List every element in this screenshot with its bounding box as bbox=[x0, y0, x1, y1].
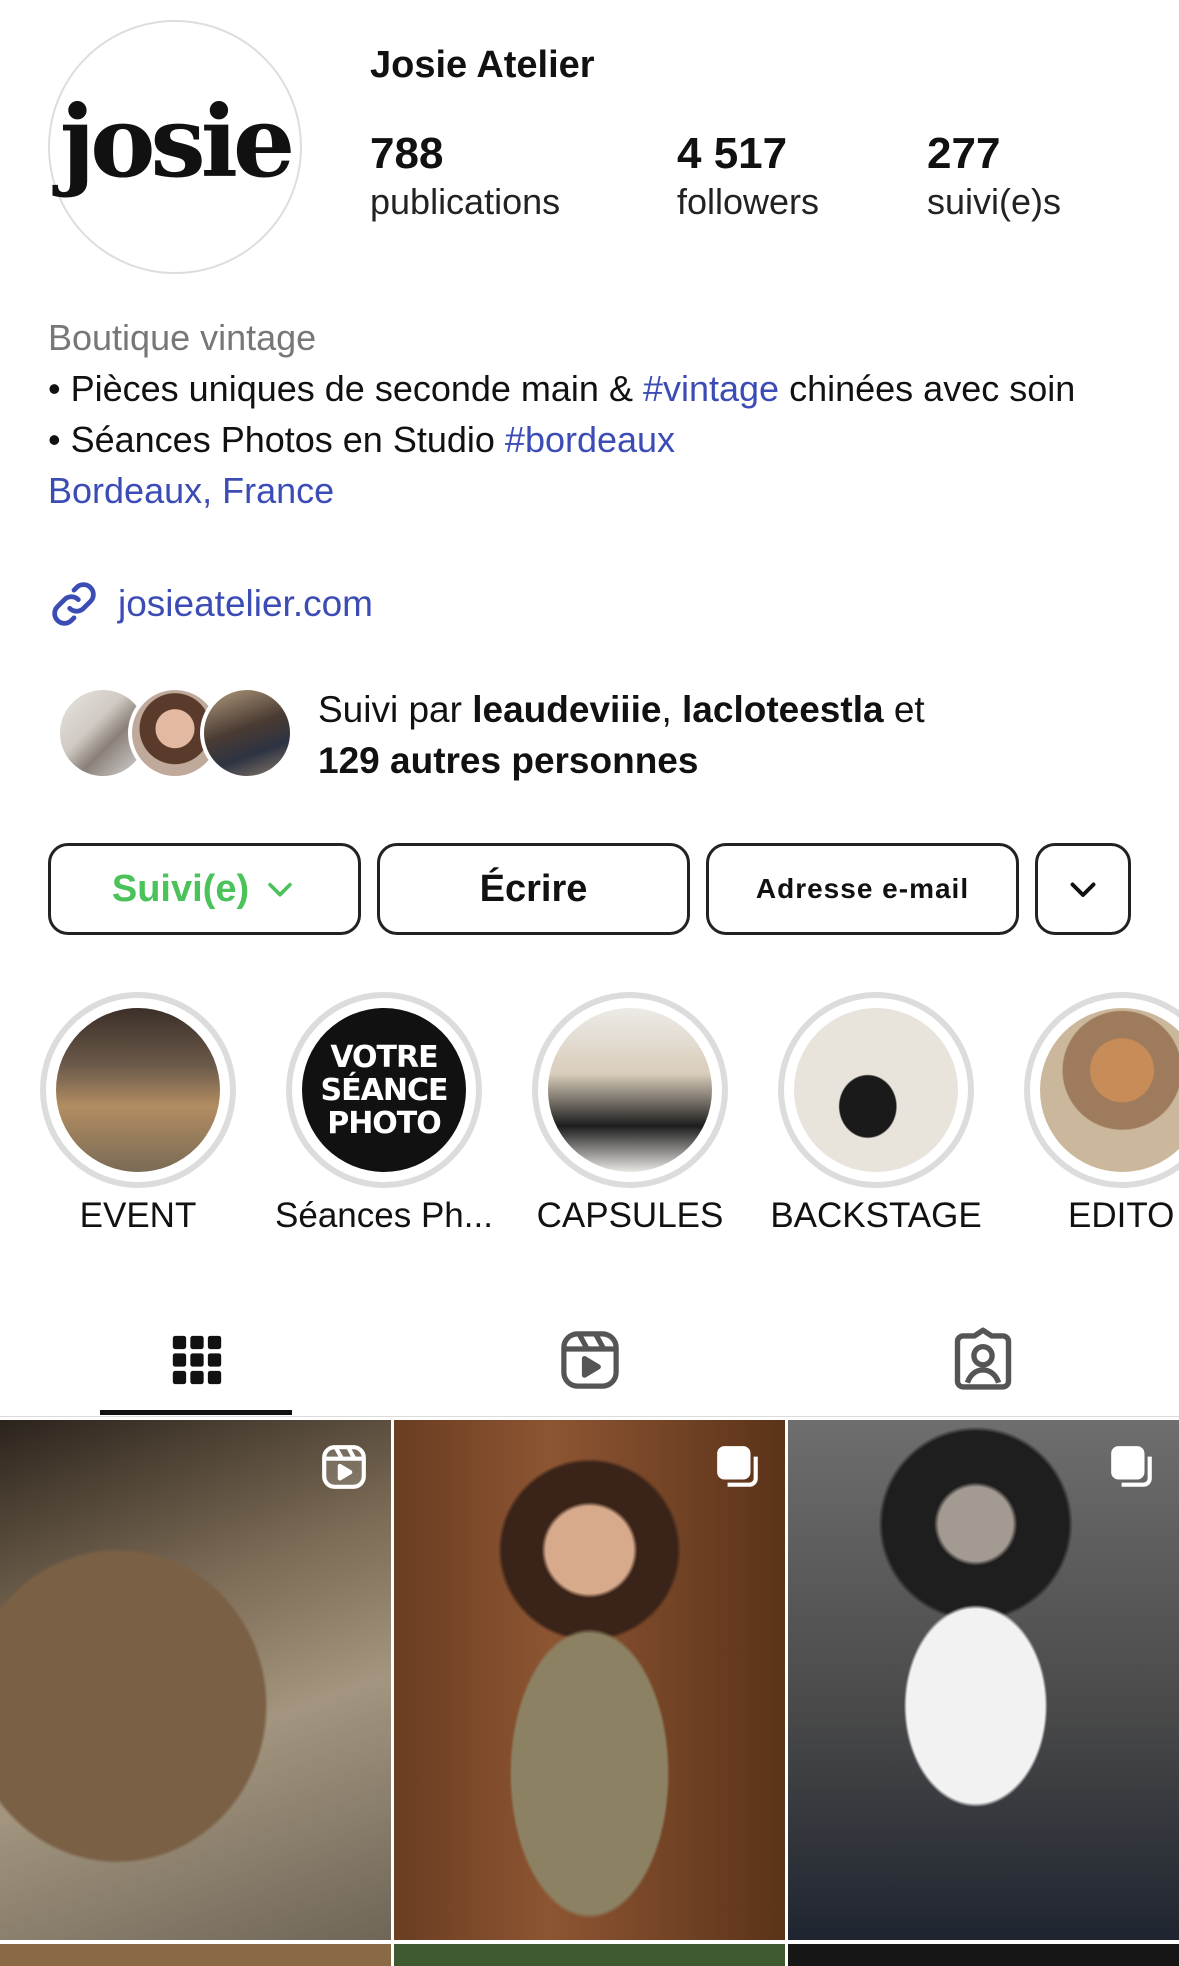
followed-by-user-1: leaudeviiie bbox=[472, 689, 662, 730]
tab-reels[interactable] bbox=[433, 1310, 746, 1410]
followed-by-text[interactable]: Suivi par leaudeviiie, lacloteestla et 1… bbox=[318, 684, 925, 786]
stat-followers[interactable]: 4 517 followers bbox=[677, 128, 819, 224]
highlight-seances-photo[interactable]: VOTRE SÉANCE PHOTO bbox=[286, 992, 482, 1188]
post-thumbnail[interactable] bbox=[394, 1944, 785, 1966]
highlight-cover bbox=[548, 1008, 712, 1172]
active-tab-indicator bbox=[100, 1410, 292, 1415]
stat-publications-count: 788 bbox=[370, 129, 444, 178]
followed-by-prefix: Suivi par bbox=[318, 689, 473, 730]
highlight-cover bbox=[794, 1008, 958, 1172]
post-thumbnail[interactable] bbox=[0, 1944, 391, 1966]
stat-following[interactable]: 277 suivi(e)s bbox=[927, 128, 1061, 224]
stat-followers-count: 4 517 bbox=[677, 129, 788, 178]
email-button-label: Adresse e-mail bbox=[755, 873, 970, 904]
tab-tagged[interactable] bbox=[826, 1310, 1139, 1410]
reel-icon bbox=[322, 1445, 366, 1489]
reels-icon bbox=[560, 1331, 619, 1389]
follower-avatar[interactable] bbox=[200, 686, 294, 780]
highlight-label: BACKSTAGE bbox=[770, 1196, 982, 1235]
following-button[interactable]: Suivi(e) bbox=[48, 843, 361, 935]
highlight-event[interactable] bbox=[40, 992, 236, 1188]
highlight-label: CAPSULES bbox=[536, 1196, 724, 1235]
highlight-cover bbox=[1040, 1008, 1179, 1172]
email-button[interactable]: Adresse e-mail bbox=[706, 843, 1019, 935]
website-url: josieatelier.com bbox=[118, 583, 374, 624]
chevron-down-icon bbox=[1070, 882, 1096, 897]
message-button[interactable]: Écrire bbox=[377, 843, 690, 935]
suggestions-button[interactable] bbox=[1035, 843, 1131, 935]
chevron-down-icon bbox=[268, 882, 292, 897]
highlight-edito[interactable] bbox=[1024, 992, 1179, 1188]
stat-followers-label: followers bbox=[677, 181, 820, 222]
message-button-label: Écrire bbox=[479, 867, 588, 910]
followed-by-sep: , bbox=[661, 689, 683, 730]
highlight-cover: VOTRE SÉANCE PHOTO bbox=[302, 1008, 466, 1172]
post-thumbnail[interactable] bbox=[788, 1944, 1179, 1966]
tab-divider bbox=[0, 1416, 1179, 1417]
hashtag-vintage[interactable]: #vintage bbox=[643, 368, 779, 409]
post-thumbnail[interactable] bbox=[0, 1420, 391, 1940]
bio-location[interactable]: Bordeaux, France bbox=[48, 465, 1148, 516]
carousel-icon bbox=[717, 1446, 758, 1487]
bio-category: Boutique vintage bbox=[48, 317, 317, 358]
highlight-cover-text: SÉANCE bbox=[320, 1072, 449, 1108]
followed-by-others: 129 autres personnes bbox=[318, 740, 699, 781]
bio-line-1-text-end: chinées avec soin bbox=[779, 368, 1076, 409]
post-thumbnail[interactable] bbox=[394, 1420, 785, 1940]
hashtag-bordeaux[interactable]: #bordeaux bbox=[505, 419, 675, 460]
followed-by-suffix: et bbox=[883, 689, 925, 730]
highlight-cover-text: PHOTO bbox=[327, 1105, 442, 1141]
highlight-label: EVENT bbox=[79, 1196, 197, 1235]
stat-following-count: 277 bbox=[927, 129, 1001, 178]
website-link[interactable]: josieatelier.com bbox=[48, 578, 373, 630]
stat-publications-label: publications bbox=[370, 181, 561, 222]
profile-avatar[interactable]: josie bbox=[48, 20, 302, 274]
post-thumbnail[interactable] bbox=[788, 1420, 1179, 1940]
grid-icon bbox=[172, 1335, 221, 1385]
bio-line-2: • Séances Photos en Studio #bordeaux bbox=[48, 414, 1148, 465]
carousel-icon bbox=[1111, 1446, 1152, 1487]
bio-line-1-text: • Pièces uniques de seconde main & bbox=[48, 368, 643, 409]
profile-username: Josie Atelier bbox=[370, 44, 595, 86]
bio-line-2-text: • Séances Photos en Studio bbox=[48, 419, 505, 460]
tab-posts[interactable] bbox=[40, 1310, 353, 1410]
highlight-cover-text: VOTRE bbox=[330, 1039, 438, 1075]
following-button-label: Suivi(e) bbox=[111, 867, 250, 910]
highlight-backstage[interactable] bbox=[778, 992, 974, 1188]
stat-publications[interactable]: 788 publications bbox=[370, 128, 560, 224]
link-icon bbox=[52, 582, 96, 626]
bio-line-1: • Pièces uniques de seconde main & #vint… bbox=[48, 363, 1148, 414]
highlight-label: Séances Ph... bbox=[275, 1196, 493, 1235]
highlight-label: EDITO bbox=[1068, 1196, 1175, 1235]
followed-by-user-2: lacloteestla bbox=[682, 689, 884, 730]
tagged-icon bbox=[954, 1327, 1011, 1390]
stat-following-label: suivi(e)s bbox=[927, 181, 1062, 222]
highlight-capsules[interactable] bbox=[532, 992, 728, 1188]
highlight-cover bbox=[56, 1008, 220, 1172]
profile-bio: Boutique vintage • Pièces uniques de sec… bbox=[48, 312, 1148, 516]
avatar-logo-text: josie bbox=[59, 84, 296, 200]
